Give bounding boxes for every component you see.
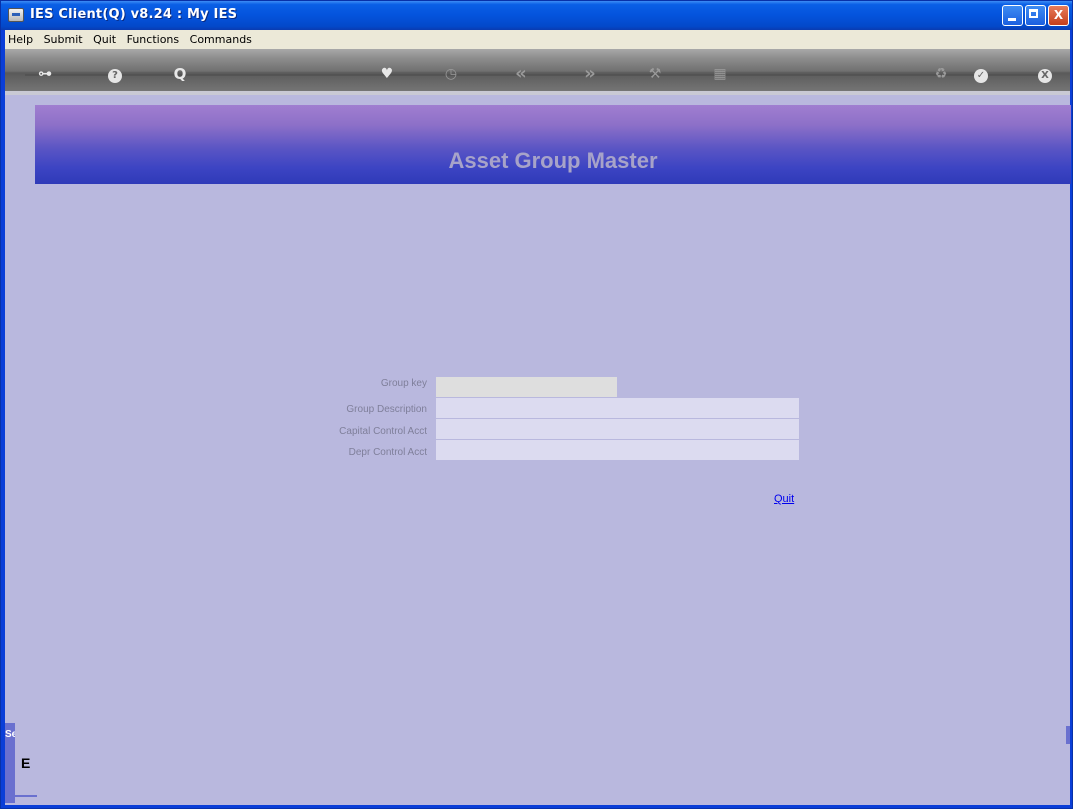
close-button[interactable]: X <box>1048 5 1069 26</box>
menu-functions[interactable]: Functions <box>124 30 184 47</box>
chip-icon[interactable]: ▦ <box>710 64 730 84</box>
menu-submit[interactable]: Submit <box>41 30 87 47</box>
close-icon: X <box>1053 8 1064 22</box>
check-icon: ✓ <box>974 69 988 83</box>
capital-control-acct-field[interactable] <box>436 419 799 439</box>
session-tab-label: Ses <box>5 729 15 740</box>
minimize-button[interactable] <box>1002 5 1023 26</box>
session-divider <box>15 795 37 797</box>
page-banner: Asset Group Master <box>35 105 1071 184</box>
toolbar: ⊶ ? Q ♥ ◷ « » ⚒ ▦ ♻ ✓ X <box>5 49 1070 95</box>
group-description-field[interactable] <box>436 398 799 418</box>
recycle-icon[interactable]: ♻ <box>931 64 951 84</box>
menu-commands[interactable]: Commands <box>187 30 256 47</box>
key-icon[interactable]: ⊶ <box>35 64 55 84</box>
check-button[interactable]: ✓ <box>971 64 991 84</box>
search-icon[interactable]: Q <box>170 64 190 84</box>
group-key-label: Group key <box>380 378 427 389</box>
maximize-icon <box>1029 9 1038 18</box>
depr-control-acct-field[interactable] <box>436 440 799 460</box>
page-title: Asset Group Master <box>448 148 658 173</box>
minimize-icon <box>1008 18 1016 21</box>
group-key-field[interactable] <box>436 377 617 397</box>
menu-bar: Help Submit Quit Functions Commands <box>5 30 1070 49</box>
cancel-button[interactable]: X <box>1035 64 1055 84</box>
session-glyph: E <box>21 755 31 771</box>
app-icon <box>8 8 24 22</box>
group-description-label: Group Description <box>346 404 427 415</box>
client-area: Asset Group Master Group key Group Descr… <box>5 95 1071 805</box>
depr-control-acct-label: Depr Control Acct <box>348 447 427 458</box>
clock-icon[interactable]: ◷ <box>441 64 461 84</box>
tools-icon[interactable]: ⚒ <box>645 64 665 84</box>
help-button[interactable]: ? <box>105 64 125 84</box>
capital-control-acct-label: Capital Control Acct <box>339 426 427 437</box>
menu-quit[interactable]: Quit <box>90 30 120 47</box>
application-window: IES Client(Q) v8.24 : My IES X Help Subm… <box>0 0 1073 809</box>
title-bar[interactable]: IES Client(Q) v8.24 : My IES X <box>1 1 1072 30</box>
heart-icon[interactable]: ♥ <box>377 64 397 84</box>
window-title: IES Client(Q) v8.24 : My IES <box>30 7 238 22</box>
cancel-icon: X <box>1038 69 1052 83</box>
next-icon[interactable]: » <box>580 64 600 84</box>
help-icon: ? <box>108 69 122 83</box>
previous-icon[interactable]: « <box>511 64 531 84</box>
right-scroll-marker[interactable] <box>1066 726 1070 744</box>
menu-help[interactable]: Help <box>5 30 37 47</box>
maximize-button[interactable] <box>1025 5 1046 26</box>
quit-link[interactable]: Quit <box>774 493 794 505</box>
